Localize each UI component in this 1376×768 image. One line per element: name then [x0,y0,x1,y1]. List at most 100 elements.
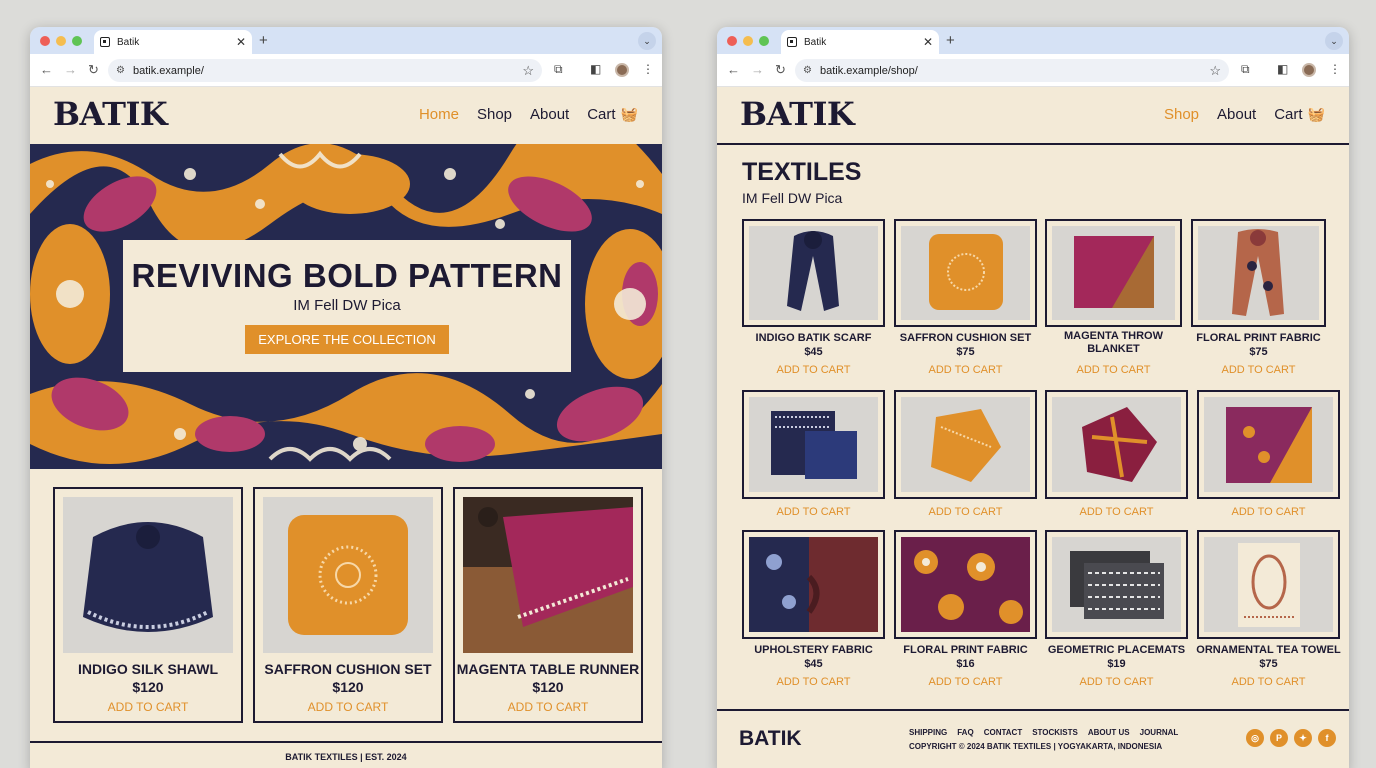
add-to-cart-button[interactable]: ADD TO CART [255,700,441,714]
add-to-cart-button[interactable]: ADD TO CART [742,676,885,688]
new-tab-icon[interactable]: + [946,32,955,49]
nav-shop[interactable]: Shop [477,106,512,123]
product-image[interactable] [901,397,1030,492]
product-image[interactable] [63,497,233,653]
extensions-icon[interactable]: ⧉ [554,62,563,77]
instagram-icon[interactable]: ◎ [1246,729,1264,747]
nav-home[interactable]: Home [419,106,459,123]
reload-icon[interactable]: ↻ [775,62,786,78]
product-price: $45 [804,658,823,670]
reload-icon[interactable]: ↻ [88,62,99,78]
footer-link-shipping[interactable]: SHIPPING [909,728,947,737]
browser-tab[interactable]: Batik ✕ [781,30,939,54]
product-image[interactable] [901,226,1030,320]
add-to-cart-button[interactable]: ADD TO CART [1045,506,1188,518]
nav-cart[interactable]: Cart 🧺 [587,106,638,123]
browser-tab[interactable]: Batik ✕ [94,30,252,54]
add-to-cart-button[interactable]: ADD TO CART [894,676,1037,688]
product-image[interactable] [463,497,633,653]
profile-avatar[interactable] [615,63,629,77]
product-image[interactable] [749,226,878,320]
nav-cart-label: Cart [587,106,616,123]
close-tab-icon[interactable]: ✕ [236,35,246,49]
address-bar[interactable]: ⚙ batik.example/shop/ ☆ [795,59,1229,82]
url-text: batik.example/shop/ [819,64,918,77]
product-name: MAGENTA THROW BLANKET [1064,330,1163,355]
footer-link-journal[interactable]: JOURNAL [1140,728,1179,737]
product-frame [1191,219,1326,327]
bookmark-star-icon[interactable]: ☆ [1209,63,1221,79]
favicon-icon [787,37,797,47]
pinterest-icon[interactable]: P [1270,729,1288,747]
footer-logo[interactable]: BATIK [739,727,802,751]
close-window-button[interactable] [727,36,737,46]
nav-shop[interactable]: Shop [1164,106,1199,123]
add-to-cart-button[interactable]: ADD TO CART [1045,364,1182,376]
add-to-cart-button[interactable]: ADD TO CART [1197,506,1340,518]
add-to-cart-button[interactable]: ADD TO CART [1197,676,1340,688]
footer-link-stockists[interactable]: STOCKISTS [1032,728,1078,737]
tab-search-icon[interactable]: ⌄ [1325,32,1343,50]
facebook-icon[interactable]: f [1318,729,1336,747]
featured-products: INDIGO SILK SHAWL $120 ADD TO CART SAFFR… [53,487,643,723]
product-image[interactable] [749,537,878,632]
address-bar[interactable]: ⚙ batik.example/ ☆ [108,59,542,82]
twitter-icon[interactable]: ✦ [1294,729,1312,747]
add-to-cart-button[interactable]: ADD TO CART [894,506,1037,518]
nav-cart[interactable]: Cart 🧺 [1274,106,1325,123]
add-to-cart-button[interactable]: ADD TO CART [55,700,241,714]
explore-collection-button[interactable]: EXPLORE THE COLLECTION [245,325,449,354]
product-image[interactable] [901,537,1030,632]
site-logo[interactable]: BATIK [53,95,168,133]
product-card[interactable]: SAFFRON CUSHION SET $120 ADD TO CART [253,487,443,723]
product-image[interactable] [1052,397,1181,492]
minimize-window-button[interactable] [56,36,66,46]
nav-about[interactable]: About [530,106,569,123]
product-image[interactable] [1204,397,1333,492]
sidebar-icon[interactable]: ◧ [590,62,601,76]
site-logo[interactable]: BATIK [740,95,855,133]
product-image[interactable] [1198,226,1319,320]
close-window-button[interactable] [40,36,50,46]
profile-avatar[interactable] [1302,63,1316,77]
product-image[interactable] [1204,537,1333,632]
site-info-icon[interactable]: ⚙ [803,65,812,76]
add-to-cart-button[interactable]: ADD TO CART [455,700,641,714]
footer-link-faq[interactable]: FAQ [957,728,973,737]
product-card[interactable]: INDIGO SILK SHAWL $120 ADD TO CART [53,487,243,723]
nav-about[interactable]: About [1217,106,1256,123]
product-frame [894,390,1037,499]
maximize-window-button[interactable] [759,36,769,46]
product-image[interactable] [263,497,433,653]
menu-kebab-icon[interactable]: ⋮ [642,62,654,76]
page-title: TEXTILES [742,158,862,186]
add-to-cart-button[interactable]: ADD TO CART [742,506,885,518]
product-image[interactable] [1052,537,1181,632]
add-to-cart-button[interactable]: ADD TO CART [1191,364,1326,376]
add-to-cart-button[interactable]: ADD TO CART [742,364,885,376]
forward-icon[interactable]: → [751,62,764,77]
close-tab-icon[interactable]: ✕ [923,35,933,49]
product-price: $120 [532,679,564,695]
site-info-icon[interactable]: ⚙ [116,65,125,76]
back-icon[interactable]: ← [40,62,53,77]
product-image[interactable] [749,397,878,492]
footer-link-contact[interactable]: CONTACT [984,728,1023,737]
menu-kebab-icon[interactable]: ⋮ [1329,62,1341,76]
new-tab-icon[interactable]: + [259,32,268,49]
minimize-window-button[interactable] [743,36,753,46]
tab-search-icon[interactable]: ⌄ [638,32,656,50]
header-divider [717,143,1349,145]
product-frame [742,219,885,327]
add-to-cart-button[interactable]: ADD TO CART [1045,676,1188,688]
product-card[interactable]: MAGENTA TABLE RUNNER $120 ADD TO CART [453,487,643,723]
footer-link-about[interactable]: ABOUT US [1088,728,1130,737]
sidebar-icon[interactable]: ◧ [1277,62,1288,76]
bookmark-star-icon[interactable]: ☆ [522,63,534,79]
add-to-cart-button[interactable]: ADD TO CART [894,364,1037,376]
forward-icon[interactable]: → [64,62,77,77]
extensions-icon[interactable]: ⧉ [1241,62,1250,77]
product-image[interactable] [1052,226,1175,320]
back-icon[interactable]: ← [727,62,740,77]
maximize-window-button[interactable] [72,36,82,46]
